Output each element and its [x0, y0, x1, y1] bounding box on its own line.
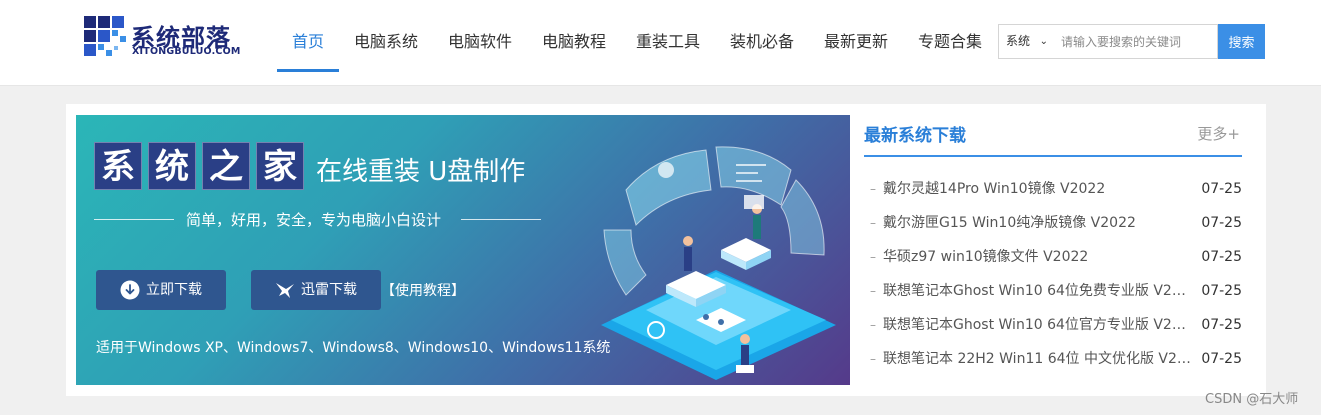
latest-systems-title: 最新系统下载 — [864, 126, 966, 146]
search-category-value: 系统 — [1006, 34, 1031, 48]
banner-subline: 简单，好用，安全，专为电脑小白设计 — [186, 211, 442, 229]
list-item-date: 07-25 — [1201, 283, 1242, 299]
search-input[interactable] — [1053, 24, 1218, 59]
list-item-date: 07-25 — [1201, 249, 1242, 265]
list-bullet-icon: – — [870, 250, 876, 264]
usage-tutorial-link[interactable]: 【使用教程】 — [381, 280, 465, 300]
list-item-title: 戴尔游匣G15 Win10纯净版镜像 V2022 — [883, 215, 1136, 231]
list-item[interactable]: – 联想笔记本 22H2 Win11 64位 中文优化版 V2022 07-25 — [864, 342, 1242, 376]
list-item-title: 联想笔记本Ghost Win10 64位免费专业版 V2022 — [883, 283, 1193, 299]
list-bullet-icon: – — [870, 284, 876, 298]
download-now-label: 立即下载 — [146, 282, 202, 298]
site-logo[interactable]: 系统部落 XITONGBULUO.COM — [84, 16, 244, 62]
nav-computer-systems[interactable]: 电脑系统 — [354, 0, 418, 72]
list-item-title: 联想笔记本 22H2 Win11 64位 中文优化版 V2022 — [883, 351, 1193, 367]
list-item-title: 联想笔记本Ghost Win10 64位官方专业版 V2022 — [883, 317, 1193, 333]
search-category-select[interactable]: 系统 ⌄ — [998, 24, 1054, 59]
list-bullet-icon: – — [870, 182, 876, 196]
chevron-down-icon: ⌄ — [1039, 36, 1048, 47]
list-item-date: 07-25 — [1201, 317, 1242, 333]
nav-computer-software[interactable]: 电脑软件 — [448, 0, 512, 72]
list-item-title: 华硕z97 win10镜像文件 V2022 — [883, 249, 1089, 265]
list-item[interactable]: – 联想笔记本Ghost Win10 64位官方专业版 V2022 07-25 — [864, 308, 1242, 342]
nav-topics[interactable]: 专题合集 — [918, 0, 982, 72]
list-bullet-icon: – — [870, 352, 876, 366]
more-link[interactable]: 更多+ — [1197, 123, 1240, 144]
nav-active-indicator — [277, 69, 339, 72]
brand-char-1: 系 — [94, 142, 142, 190]
thunder-download-button[interactable]: 迅雷下载 — [251, 270, 381, 310]
list-item[interactable]: – 华硕z97 win10镜像文件 V2022 07-25 — [864, 240, 1242, 274]
csdn-watermark: CSDN @石大师 — [1205, 392, 1299, 407]
list-bullet-icon: – — [870, 318, 876, 332]
list-item-date: 07-25 — [1201, 215, 1242, 231]
promo-banner[interactable]: 系 统 之 家 在线重装 U盘制作 简单，好用，安全，专为电脑小白设计 立即下载… — [76, 115, 850, 385]
brand-char-4: 家 — [256, 142, 304, 190]
latest-systems-divider — [864, 155, 1242, 157]
divider-left — [94, 219, 174, 220]
list-item-date: 07-25 — [1201, 181, 1242, 197]
nav-reinstall-tools[interactable]: 重装工具 — [636, 0, 700, 72]
content-panel: 系 统 之 家 在线重装 U盘制作 简单，好用，安全，专为电脑小白设计 立即下载… — [66, 104, 1266, 396]
divider-right — [461, 219, 541, 220]
banner-tagline: 在线重装 U盘制作 — [316, 157, 526, 187]
list-item-title: 戴尔灵越14Pro Win10镜像 V2022 — [883, 181, 1106, 197]
download-icon — [120, 280, 140, 300]
logo-mark-icon — [84, 16, 126, 56]
list-bullet-icon: – — [870, 216, 876, 230]
thunder-download-label: 迅雷下载 — [301, 282, 357, 298]
isometric-illustration-icon — [601, 146, 836, 380]
search-button[interactable]: 搜索 — [1218, 24, 1265, 59]
list-item[interactable]: – 联想笔记本Ghost Win10 64位免费专业版 V2022 07-25 — [864, 274, 1242, 308]
list-item[interactable]: – 戴尔游匣G15 Win10纯净版镜像 V2022 07-25 — [864, 206, 1242, 240]
brand-char-2: 统 — [148, 142, 196, 190]
compatibility-note: 适用于Windows XP、Windows7、Windows8、Windows1… — [96, 340, 611, 356]
list-item[interactable]: – 戴尔灵越14Pro Win10镜像 V2022 07-25 — [864, 172, 1242, 206]
nav-latest-updates[interactable]: 最新更新 — [824, 0, 888, 72]
nav-essentials[interactable]: 装机必备 — [730, 0, 794, 72]
list-item-date: 07-25 — [1201, 351, 1242, 367]
brand-char-3: 之 — [202, 142, 250, 190]
latest-systems-panel: 最新系统下载 更多+ – 戴尔灵越14Pro Win10镜像 V2022 07-… — [864, 115, 1242, 385]
nav-home[interactable]: 首页 — [277, 0, 339, 72]
download-now-button[interactable]: 立即下载 — [96, 270, 226, 310]
nav-computer-tutorials[interactable]: 电脑教程 — [542, 0, 606, 72]
logo-subtitle: XITONGBULUO.COM — [132, 46, 241, 57]
site-header: 系统部落 XITONGBULUO.COM 首页 电脑系统 电脑软件 电脑教程 重… — [0, 0, 1321, 86]
thunder-bird-icon — [276, 283, 294, 298]
